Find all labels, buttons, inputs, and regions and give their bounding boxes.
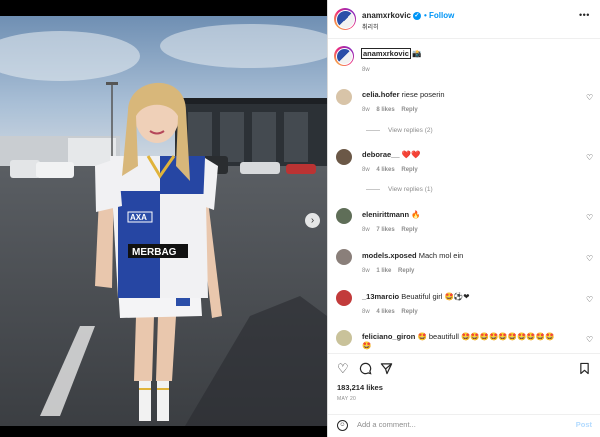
comment-meta: 8w 8 likes Reply [362, 107, 418, 113]
reply-button[interactable]: Reply [398, 268, 414, 274]
commenter-avatar[interactable] [336, 208, 352, 224]
follow-button[interactable]: • Follow [424, 11, 454, 20]
caption-text: 📸 [411, 49, 422, 58]
comment-meta: 8w 4 likes Reply [362, 309, 418, 315]
emoji-picker-icon[interactable]: ☺ [337, 420, 348, 431]
comment-like-heart-icon[interactable]: ♡ [586, 335, 593, 344]
commenter-avatar[interactable] [336, 249, 352, 265]
commenter-avatar[interactable] [336, 89, 352, 105]
comment-text: deborae__ ❤️❤️ [362, 150, 421, 159]
comment-likes-count[interactable]: 7 likes [376, 227, 394, 233]
commenter-avatar[interactable] [336, 290, 352, 306]
comment-text: models.xposed Mach mol ein [362, 251, 464, 260]
post-actions-bar: ♡ 183,214 likes MAY 20 [328, 353, 600, 403]
instagram-post-modal: ✕ [0, 0, 600, 437]
reply-button[interactable]: Reply [401, 227, 417, 233]
comment-text-continued: 🤩 [362, 341, 372, 350]
comment-meta: 8w 4 likes Reply [362, 167, 418, 173]
comment-like-heart-icon[interactable]: ♡ [586, 254, 593, 263]
author-avatar[interactable] [334, 8, 356, 30]
commenter-username[interactable]: feliciano_giron [362, 332, 415, 341]
comment-like-heart-icon[interactable]: ♡ [586, 213, 593, 222]
comment-input[interactable]: Add a comment... [357, 420, 416, 429]
view-replies-button[interactable]: View replies (1) [366, 186, 433, 193]
comment-likes-count[interactable]: 4 likes [376, 167, 394, 173]
comment-text: elenirittmann 🔥 [362, 210, 421, 219]
post-comment-button[interactable]: Post [576, 420, 592, 429]
commenter-username[interactable]: models.xposed [362, 251, 417, 260]
reply-button[interactable]: Reply [401, 309, 417, 315]
commenter-avatar[interactable] [336, 330, 352, 346]
commenter-username[interactable]: celia.hofer [362, 90, 400, 99]
comment-meta: 8w 1 like Reply [362, 268, 415, 274]
caption-time: 8w [362, 67, 370, 73]
comment-likes-count[interactable]: 4 likes [376, 309, 394, 315]
more-options-icon[interactable]: ••• [579, 10, 590, 20]
commenter-username[interactable]: deborae__ [362, 150, 400, 159]
post-header: anamxrkovic ✓ • Follow 취리히 ••• [328, 0, 600, 39]
share-icon[interactable] [380, 362, 393, 378]
reply-button[interactable]: Reply [401, 107, 417, 113]
photo-illustration: AXA MERBAG [0, 16, 327, 426]
verified-badge-icon: ✓ [412, 11, 421, 20]
likes-count[interactable]: 183,214 likes [337, 383, 383, 392]
comment-likes-count[interactable]: 1 like [376, 268, 391, 274]
comment-like-heart-icon[interactable]: ♡ [586, 295, 593, 304]
next-photo-arrow-icon[interactable]: › [305, 213, 320, 228]
commenter-avatar[interactable] [336, 149, 352, 165]
commenter-username[interactable]: elenirittmann [362, 210, 409, 219]
caption-username[interactable]: anamxrkovic [361, 48, 411, 59]
location-label[interactable]: 취리히 [362, 22, 379, 31]
comment-icon[interactable] [359, 362, 372, 378]
post-photo[interactable]: AXA MERBAG [0, 16, 327, 426]
caption-avatar[interactable] [334, 46, 354, 66]
caption: anamxrkovic 📸 [361, 48, 422, 59]
comment-likes-count[interactable]: 8 likes [376, 107, 394, 113]
comment-like-heart-icon[interactable]: ♡ [586, 153, 593, 162]
svg-text:MERBAG: MERBAG [132, 247, 177, 258]
post-side-panel: anamxrkovic ✓ • Follow 취리히 ••• anamxrkovi… [327, 0, 600, 437]
commenter-username[interactable]: _13marcio [362, 292, 399, 301]
bookmark-icon[interactable] [579, 362, 590, 378]
comment-meta: 8w 7 likes Reply [362, 227, 418, 233]
author-username[interactable]: anamxrkovic ✓ [362, 11, 421, 20]
comment-text: feliciano_giron 🤩 beautifull 🤩🤩🤩🤩🤩🤩🤩🤩🤩🤩 [362, 332, 555, 341]
comment-text: celia.hofer riese poserin [362, 90, 445, 99]
reply-button[interactable]: Reply [401, 167, 417, 173]
comment-composer: ☺ Add a comment... Post [328, 414, 600, 437]
post-date: MAY 20 [337, 396, 357, 402]
heart-icon[interactable]: ♡ [337, 362, 349, 376]
svg-text:AXA: AXA [130, 213, 147, 222]
comment-like-heart-icon[interactable]: ♡ [586, 93, 593, 102]
comment-text: _13marcio Beuatiful girl 🤩⚽❤ [362, 292, 470, 301]
view-replies-button[interactable]: View replies (2) [366, 127, 433, 134]
